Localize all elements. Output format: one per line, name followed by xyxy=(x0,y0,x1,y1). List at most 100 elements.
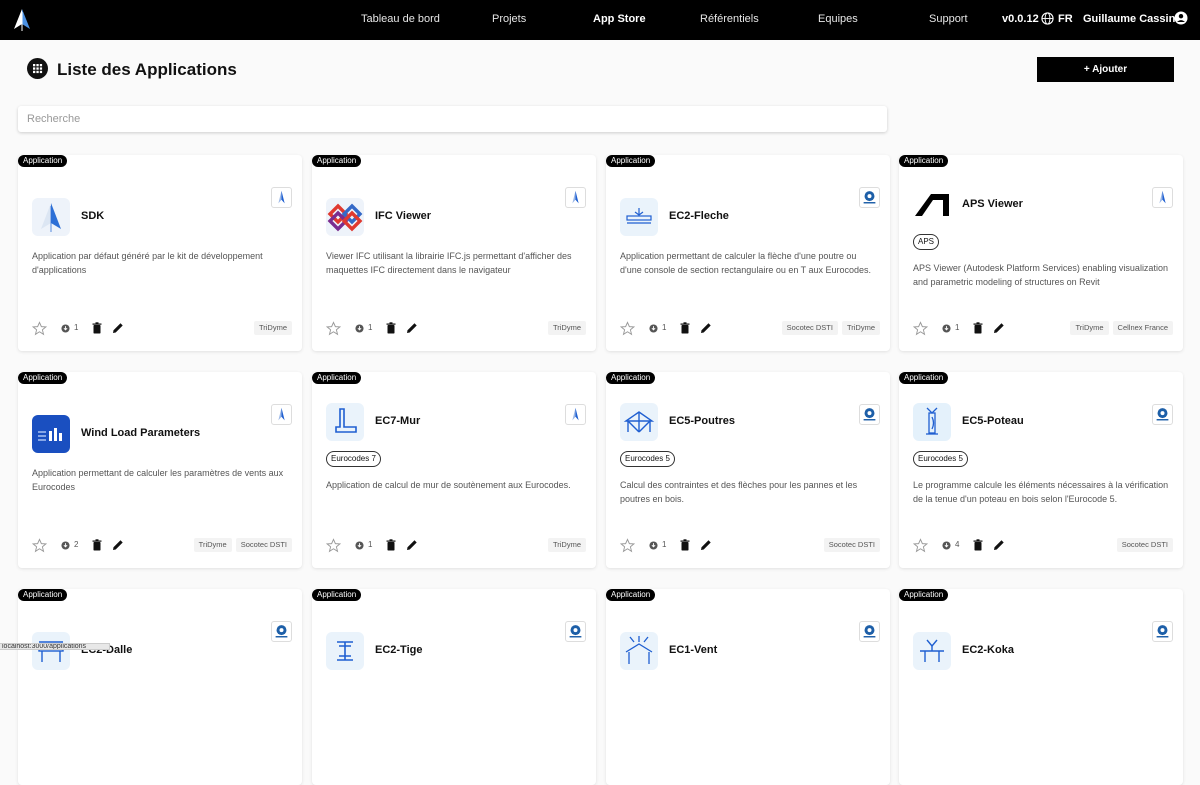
organization-chip[interactable]: TriDyme xyxy=(1070,321,1109,335)
organization-chip[interactable]: TriDyme xyxy=(193,538,232,552)
trash-icon[interactable] xyxy=(92,539,102,551)
wind-chart-icon xyxy=(32,415,70,453)
trash-icon[interactable] xyxy=(386,322,396,334)
app-title[interactable]: EC2-Tige xyxy=(375,644,422,656)
tridyme-logo-icon[interactable] xyxy=(12,9,32,31)
app-card[interactable]: Application EC2-Koka xyxy=(899,589,1183,785)
app-title[interactable]: EC2-Fleche xyxy=(669,210,729,222)
app-card[interactable]: Application Wind Load Parameters Applicati… xyxy=(18,372,302,568)
nav-support[interactable]: Support xyxy=(929,13,968,25)
app-title[interactable]: IFC Viewer xyxy=(375,210,431,222)
add-application-button[interactable]: + Ajouter xyxy=(1037,57,1174,82)
card-footer: 1 TriDyme xyxy=(312,538,596,558)
organization-chip[interactable]: TriDyme xyxy=(841,321,880,335)
edit-pencil-icon[interactable] xyxy=(112,322,124,334)
app-description: Le programme calcule les éléments nécess… xyxy=(913,480,1169,504)
app-description: Viewer IFC utilisant la librairie IFC.js… xyxy=(326,251,572,275)
nav-referentials[interactable]: Référentiels xyxy=(700,13,759,25)
organization-chip[interactable]: Socotec DSTI xyxy=(1116,538,1173,552)
nav-app-store[interactable]: App Store xyxy=(593,13,646,25)
app-card[interactable]: Application EC5-Poutres Eurocodes 5 Calcul … xyxy=(606,372,890,568)
organization-chip[interactable]: Cellnex France xyxy=(1112,321,1173,335)
tridyme-provider-icon xyxy=(271,187,292,208)
trash-icon[interactable] xyxy=(92,322,102,334)
organization-chip[interactable]: Socotec DSTI xyxy=(823,538,880,552)
user-name[interactable]: Guillaume Cassin xyxy=(1083,13,1175,25)
edit-pencil-icon[interactable] xyxy=(112,539,124,551)
organization-chips: Socotec DSTI xyxy=(1116,538,1173,552)
app-card[interactable]: Application EC1-Vent xyxy=(606,589,890,785)
trash-icon[interactable] xyxy=(680,322,690,334)
star-icon[interactable] xyxy=(913,321,928,336)
tridyme-provider-icon xyxy=(271,404,292,425)
rod-icon xyxy=(326,632,364,670)
version-label: v0.0.12 xyxy=(1002,13,1039,25)
roof-truss-icon xyxy=(620,403,658,441)
globe-icon[interactable] xyxy=(1041,12,1054,25)
organization-chip[interactable]: TriDyme xyxy=(547,321,586,335)
download-icon xyxy=(355,541,364,550)
app-title[interactable]: EC5-Poutres xyxy=(669,415,735,427)
nav-dashboard[interactable]: Tableau de bord xyxy=(361,13,440,25)
app-card[interactable]: Application EC2-Tige xyxy=(312,589,596,785)
socotec-provider-icon xyxy=(859,404,880,425)
trash-icon[interactable] xyxy=(973,322,983,334)
trash-icon[interactable] xyxy=(386,539,396,551)
edit-pencil-icon[interactable] xyxy=(993,539,1005,551)
app-card[interactable]: Application IFC Viewer Viewer IFC utilisan… xyxy=(312,155,596,351)
app-title[interactable]: Wind Load Parameters xyxy=(81,427,200,439)
application-badge: Application xyxy=(899,589,949,601)
star-icon[interactable] xyxy=(32,321,47,336)
search-input[interactable] xyxy=(18,106,887,132)
wind-structure-icon xyxy=(620,632,658,670)
star-icon[interactable] xyxy=(620,321,635,336)
edit-pencil-icon[interactable] xyxy=(406,539,418,551)
app-title[interactable]: EC5-Poteau xyxy=(962,415,1024,427)
edit-pencil-icon[interactable] xyxy=(406,322,418,334)
tridyme-provider-icon xyxy=(1152,187,1173,208)
nav-projects[interactable]: Projets xyxy=(492,13,526,25)
download-icon xyxy=(61,324,70,333)
organization-chip[interactable]: Socotec DSTI xyxy=(235,538,292,552)
app-title[interactable]: EC1-Vent xyxy=(669,644,717,656)
app-title[interactable]: EC2-Koka xyxy=(962,644,1014,656)
category-tag[interactable]: Eurocodes 7 xyxy=(326,451,381,467)
category-tag[interactable]: APS xyxy=(913,234,940,250)
app-card[interactable]: Application APS Viewer APS APS Viewer (Auto… xyxy=(899,155,1183,351)
category-tag[interactable]: Eurocodes 5 xyxy=(620,451,675,467)
star-icon[interactable] xyxy=(32,538,47,553)
account-circle-icon[interactable] xyxy=(1174,11,1188,25)
application-badge: Application xyxy=(18,372,68,384)
nav-teams[interactable]: Equipes xyxy=(818,13,858,25)
star-icon[interactable] xyxy=(913,538,928,553)
app-title[interactable]: EC7-Mur xyxy=(375,415,420,427)
app-title[interactable]: APS Viewer xyxy=(962,198,1023,210)
organization-chip[interactable]: TriDyme xyxy=(547,538,586,552)
app-card[interactable]: Application EC2-Fleche Application permett… xyxy=(606,155,890,351)
app-card[interactable]: Application EC5-Poteau Eurocodes 5 Le progr… xyxy=(899,372,1183,568)
edit-pencil-icon[interactable] xyxy=(700,539,712,551)
category-tag[interactable]: Eurocodes 5 xyxy=(913,451,968,467)
trash-icon[interactable] xyxy=(680,539,690,551)
app-card[interactable]: Application SDK Application par défaut gén… xyxy=(18,155,302,351)
organization-chip[interactable]: TriDyme xyxy=(253,321,292,335)
beam-icon xyxy=(620,198,658,236)
edit-pencil-icon[interactable] xyxy=(993,322,1005,334)
organization-chips: Socotec DSTI TriDyme xyxy=(781,321,880,335)
download-icon xyxy=(649,324,658,333)
star-icon[interactable] xyxy=(620,538,635,553)
socotec-provider-icon xyxy=(859,621,880,642)
app-title[interactable]: SDK xyxy=(81,210,104,222)
tridyme-provider-icon xyxy=(565,187,586,208)
trash-icon[interactable] xyxy=(973,539,983,551)
app-card[interactable]: Application EC2-Dalle xyxy=(18,589,302,785)
koka-icon xyxy=(913,632,951,670)
organization-chip[interactable]: Socotec DSTI xyxy=(781,321,838,335)
language-selector[interactable]: FR xyxy=(1058,13,1073,25)
edit-pencil-icon[interactable] xyxy=(700,322,712,334)
card-footer: 2 TriDyme Socotec DSTI xyxy=(18,538,302,558)
app-description: Application de calcul de mur de soutènem… xyxy=(326,480,571,490)
star-icon[interactable] xyxy=(326,321,341,336)
star-icon[interactable] xyxy=(326,538,341,553)
app-card[interactable]: Application EC7-Mur Eurocodes 7 Application… xyxy=(312,372,596,568)
